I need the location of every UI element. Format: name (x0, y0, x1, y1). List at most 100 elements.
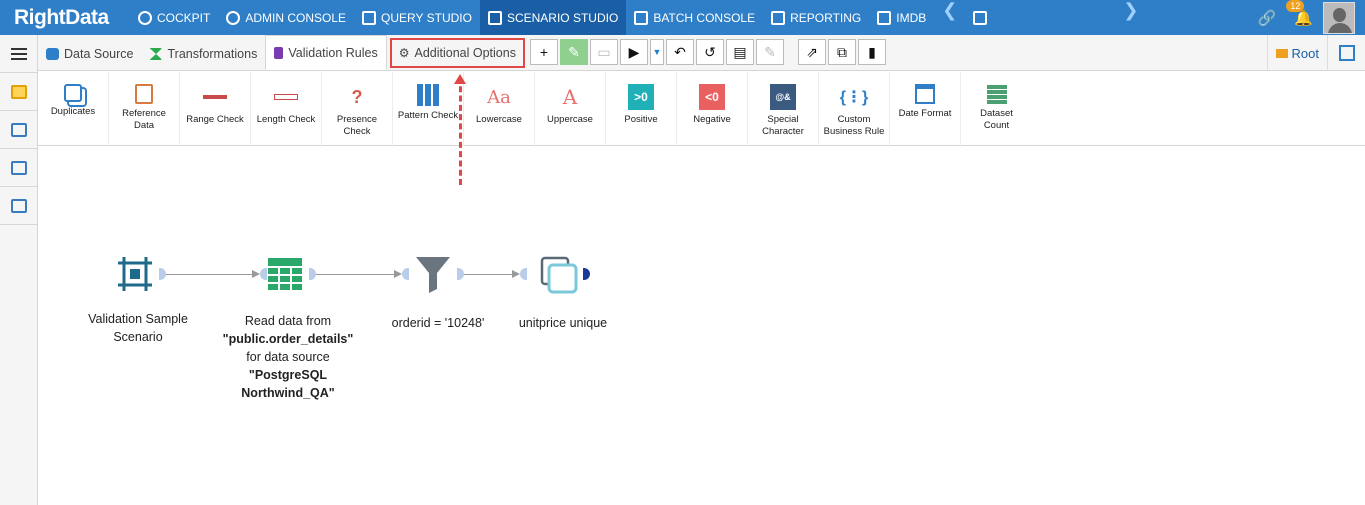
nav-scenario-studio[interactable]: SCENARIO STUDIO (479, 0, 627, 35)
rule-special-character[interactable]: @& Special Character (748, 72, 819, 146)
edit-note-button[interactable]: ✎ (755, 39, 784, 65)
rule-label: Date Format (898, 108, 952, 119)
copy-button[interactable]: ⧉ (827, 39, 856, 65)
tab-label: Additional Options (414, 46, 516, 60)
sidebar-item-add[interactable] (0, 111, 37, 149)
monitor-icon: ▭ (597, 43, 611, 60)
nav-reporting[interactable]: REPORTING (763, 0, 869, 35)
nav-batch-console[interactable]: BATCH CONSOLE (626, 0, 763, 35)
rule-custom-business-rule[interactable]: {⋮} Custom Business Rule (819, 72, 890, 146)
sidebar-menu-toggle[interactable] (0, 35, 37, 73)
undo-button[interactable]: ↶ (665, 39, 694, 65)
label-line: Northwind_QA" (218, 384, 358, 402)
rule-positive[interactable]: >0 Positive (606, 72, 677, 146)
nav-imdb[interactable]: IMDB (869, 0, 934, 35)
tab-transformations[interactable]: Transformations (141, 38, 265, 70)
validation-icon (274, 46, 284, 59)
rule-label: Range Check (186, 114, 244, 125)
rule-label: Negative (693, 114, 731, 125)
nav-label: QUERY STUDIO (381, 10, 472, 25)
action-toolbar: + ✎ ▭ ▶ ▼ ↶ ↺ ▤ ✎ ⇗ ⧉ ▮ (529, 34, 886, 70)
history-button[interactable]: ↺ (695, 39, 724, 65)
database-icon (46, 48, 59, 60)
positive-icon: >0 (628, 84, 654, 110)
range-check-icon (203, 95, 227, 99)
tab-toolbar: Data Source Transformations Validation R… (38, 35, 1365, 71)
tab-data-source[interactable]: Data Source (38, 38, 141, 70)
nav-label: SCENARIO STUDIO (506, 10, 619, 25)
dataset-count-icon (986, 84, 1007, 104)
user-avatar[interactable] (1323, 1, 1355, 34)
read-node-label: Read data from "public.order_details" fo… (218, 312, 358, 402)
notifications-bell[interactable]: 🔔 12 (1286, 0, 1313, 27)
output-port[interactable] (457, 268, 464, 280)
output-port[interactable] (159, 268, 166, 280)
sidebar-item-open[interactable] (0, 73, 37, 111)
input-port[interactable] (520, 268, 527, 280)
rule-length-check[interactable]: Length Check (251, 72, 322, 146)
label-line: Validation Sample (88, 312, 188, 326)
checklist-button[interactable] (1327, 35, 1365, 71)
filter-node-icon[interactable] (415, 255, 451, 293)
rule-lowercase[interactable]: Aa Lowercase (464, 72, 535, 146)
root-breadcrumb[interactable]: Root (1266, 35, 1327, 71)
monitor-button[interactable]: ▭ (589, 39, 618, 65)
log-icon: ▤ (733, 43, 747, 60)
main-nav: COCKPIT ADMIN CONSOLE QUERY STUDIO SCENA… (130, 0, 1146, 35)
table-node-icon[interactable] (267, 257, 303, 291)
scenario-canvas[interactable]: Validation Sample Scenario Read data from… (38, 147, 1365, 505)
link-icon[interactable]: 🔗 (1258, 9, 1277, 27)
run-button[interactable]: ▶ (619, 39, 648, 65)
rightdata-logo[interactable]: RightData (0, 0, 130, 35)
nav-scroll-right-icon[interactable]: ❯ (1115, 0, 1146, 35)
nav-label: REPORTING (790, 10, 862, 25)
rule-range-check[interactable]: Range Check (180, 72, 251, 146)
edit-note-icon: ✎ (764, 43, 776, 60)
rule-label: Reference Data (122, 108, 166, 131)
pattern-check-icon (417, 84, 439, 106)
transform-icon (149, 48, 163, 60)
export-button[interactable]: ⇗ (797, 39, 826, 65)
unique-node-icon[interactable] (540, 256, 580, 294)
folder-icon (10, 84, 27, 99)
sidebar-item-settings[interactable] (0, 187, 37, 225)
columns-icon (877, 10, 892, 25)
output-port[interactable] (309, 268, 316, 280)
add-button[interactable]: + (529, 39, 558, 65)
filter-node-label: orderid = '10248' (391, 316, 485, 330)
nav-scroll-left-icon[interactable]: ❮ (934, 0, 965, 35)
left-sidebar (0, 35, 38, 505)
nav-admin-console[interactable]: ADMIN CONSOLE (218, 0, 354, 35)
plus-icon: + (539, 44, 549, 60)
edit-button[interactable]: ✎ (559, 39, 588, 65)
connector-line (166, 270, 260, 278)
rule-duplicates[interactable]: Duplicates (38, 72, 109, 146)
undo-icon: ↶ (674, 43, 686, 60)
label-line: for data source (246, 350, 330, 364)
rule-date-format[interactable]: Date Format (890, 72, 961, 146)
caret-down-icon: ▼ (652, 47, 662, 57)
label-line: "PostgreSQL (218, 366, 358, 384)
scenario-node-icon[interactable] (116, 255, 154, 293)
input-port[interactable] (260, 268, 267, 280)
nav-database[interactable] (965, 0, 995, 35)
rule-presence-check[interactable]: ? Presence Check (322, 72, 393, 146)
nav-cockpit[interactable]: COCKPIT (130, 0, 218, 35)
play-icon: ▶ (628, 43, 640, 60)
rule-dataset-count[interactable]: Dataset Count (961, 72, 1032, 146)
input-port[interactable] (402, 268, 409, 280)
sidebar-item-chart[interactable] (0, 149, 37, 187)
output-port[interactable] (583, 268, 590, 280)
tab-validation-rules[interactable]: Validation Rules (265, 35, 387, 70)
nav-query-studio[interactable]: QUERY STUDIO (354, 0, 480, 35)
root-label: Root (1291, 45, 1319, 61)
run-options-dropdown[interactable]: ▼ (649, 39, 664, 65)
log-button[interactable]: ▤ (725, 39, 754, 65)
rule-reference-data[interactable]: Reference Data (109, 72, 180, 146)
layout-button[interactable]: ▮ (857, 39, 886, 65)
tab-additional-options[interactable]: ⚙ Additional Options (389, 38, 525, 68)
rule-negative[interactable]: <0 Negative (677, 72, 748, 146)
rule-uppercase[interactable]: A Uppercase (535, 72, 606, 146)
rule-label: Special Character (762, 114, 804, 137)
notification-count-badge: 12 (1286, 0, 1305, 12)
